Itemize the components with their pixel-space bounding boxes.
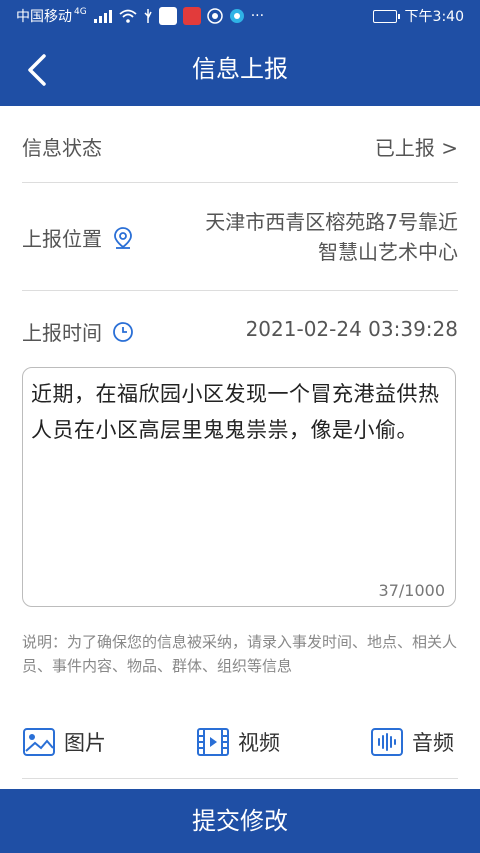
- image-label: 图片: [64, 731, 106, 755]
- audio-label: 音频: [412, 731, 454, 755]
- app-notification-icon: [229, 9, 244, 23]
- divider: [22, 778, 458, 779]
- location-row: 上报位置 天津市西青区榕苑路7号靠近 智慧山艺术中心: [22, 183, 458, 291]
- status-bar-right: 下午3:40: [372, 0, 464, 32]
- image-icon: [23, 728, 55, 756]
- app-notification-icon: [206, 8, 223, 24]
- back-button[interactable]: [20, 52, 56, 88]
- carrier-label: 中国移动: [16, 9, 72, 25]
- instruction-note: 说明：为了确保您的信息被采纳，请录入事发时间、地点、相关人员、事件内容、物品、群…: [22, 633, 458, 675]
- chevron-left-icon: [28, 54, 46, 86]
- header-bar: 信息上报: [0, 32, 480, 106]
- app-notification-icon: [158, 7, 177, 25]
- add-audio-button[interactable]: 音频: [370, 722, 454, 762]
- description-text[interactable]: 近期，在福欣园小区发现一个冒充港益供热人员在小区高层里鬼鬼祟祟，像是小偷。: [31, 376, 445, 448]
- battery-icon: [372, 9, 400, 23]
- page-title: 信息上报: [192, 55, 288, 83]
- location-value-line1: 天津市西青区榕苑路7号靠近: [205, 210, 458, 234]
- status-bar: 中国移动 4G ··· 下午3:40: [0, 0, 480, 32]
- description-textarea[interactable]: 近期，在福欣园小区发现一个冒充港益供热人员在小区高层里鬼鬼祟祟，像是小偷。 37…: [22, 367, 456, 607]
- video-icon: [197, 728, 229, 756]
- report-time-label: 上报时间: [22, 321, 102, 345]
- location-pin-icon: [114, 226, 132, 249]
- report-time-label-group: 上报时间: [22, 317, 134, 346]
- clock-time: 下午3:40: [404, 9, 464, 25]
- character-counter: 37/1000: [378, 581, 445, 600]
- location-label-group: 上报位置: [22, 223, 134, 252]
- clock-icon: [113, 321, 133, 342]
- report-time-value: 2021-02-24 03:39:28: [245, 317, 458, 341]
- location-label: 上报位置: [22, 227, 102, 251]
- audio-icon: [371, 728, 403, 756]
- status-bar-left: 中国移动 4G ···: [16, 0, 264, 32]
- submit-button[interactable]: 提交修改: [0, 789, 480, 853]
- info-status-label: 信息状态: [22, 136, 102, 160]
- add-video-button[interactable]: 视频: [196, 722, 280, 762]
- info-status-row[interactable]: 信息状态 已上报 >: [22, 106, 458, 183]
- add-image-button[interactable]: 图片: [22, 722, 106, 762]
- more-notifications-icon: ···: [250, 8, 265, 24]
- signal-icon: [93, 10, 112, 23]
- location-value-line2: 智慧山艺术中心: [318, 240, 458, 264]
- usb-icon: [144, 9, 152, 23]
- wifi-icon: [119, 9, 137, 23]
- network-label: 4G: [74, 7, 87, 17]
- info-status-value[interactable]: 已上报 >: [375, 132, 458, 161]
- video-label: 视频: [238, 731, 280, 755]
- app-notification-icon: [182, 7, 201, 25]
- location-value: 天津市西青区榕苑路7号靠近 智慧山艺术中心: [205, 207, 458, 267]
- report-time-row: 上报时间 2021-02-24 03:39:28: [22, 291, 458, 367]
